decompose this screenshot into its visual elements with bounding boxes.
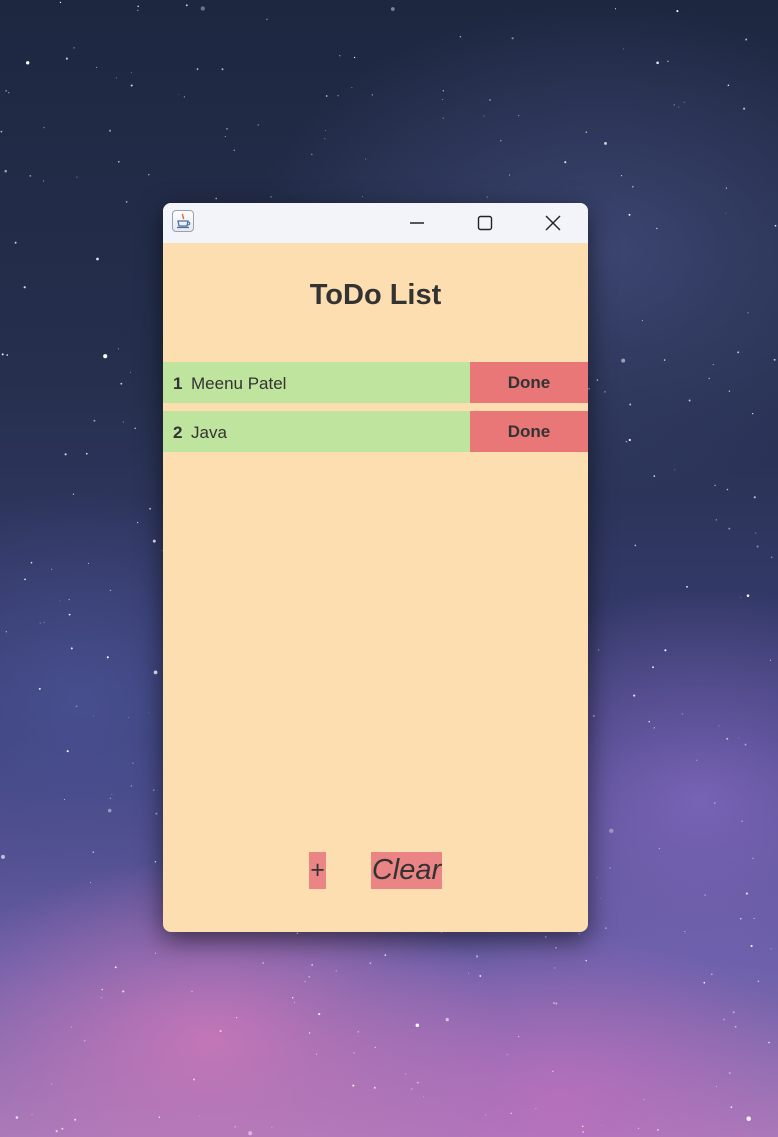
task-item: 2 Java: [163, 411, 470, 452]
close-icon: [545, 215, 561, 231]
maximize-button[interactable]: [451, 203, 519, 243]
close-button[interactable]: [519, 203, 587, 243]
minimize-icon: [410, 222, 424, 224]
task-item: 1 Meenu Patel: [163, 362, 470, 403]
minimize-button[interactable]: [383, 203, 451, 243]
task-row: 2 Java Done: [163, 411, 588, 452]
task-row: 1 Meenu Patel Done: [163, 362, 588, 403]
title-bar[interactable]: [163, 203, 588, 243]
clear-button[interactable]: Clear: [371, 852, 442, 889]
task-number: 2: [173, 423, 183, 442]
done-button[interactable]: Done: [470, 411, 588, 452]
task-text: Meenu Patel: [191, 374, 287, 393]
task-text: Java: [191, 423, 227, 442]
done-button[interactable]: Done: [470, 362, 588, 403]
maximize-icon: [477, 215, 493, 231]
page-title: ToDo List: [309, 279, 442, 311]
task-number: 1: [173, 374, 183, 393]
add-task-button[interactable]: +: [309, 852, 326, 889]
java-cup-icon: [172, 210, 194, 232]
todo-window: ToDo List 1 Meenu Patel Done 2 Java Done…: [163, 203, 588, 932]
